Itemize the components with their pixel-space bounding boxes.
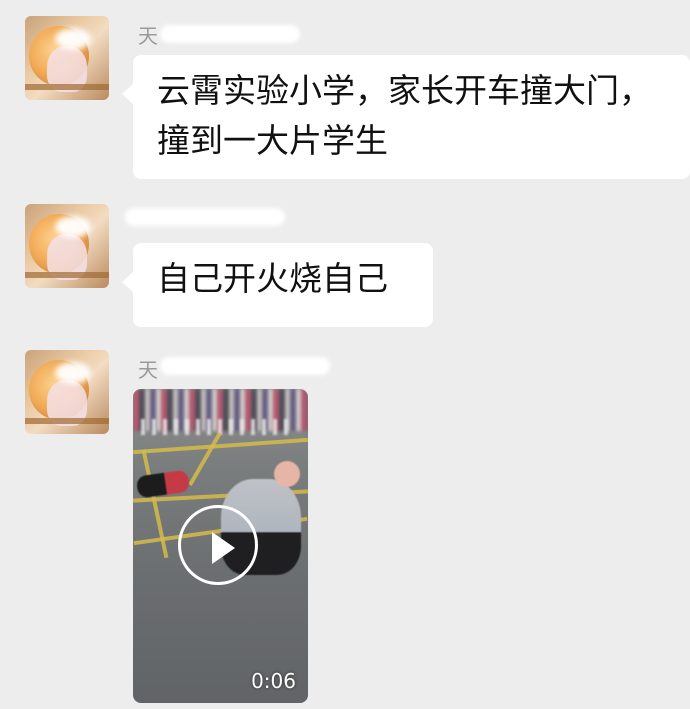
message-bubble[interactable]: 自己开火烧自己 (122, 243, 433, 327)
message-text-line-1: 云霄实验小学，家长开车撞大门， (157, 71, 652, 110)
play-button[interactable] (178, 505, 258, 585)
avatar[interactable] (25, 350, 109, 434)
message-1: 天 云霄实验小学，家长开车撞大门， 撞到一大片学生 (0, 0, 690, 190)
video-duration: 0:06 (251, 669, 296, 693)
message-text-line-2: 撞到一大片学生 (157, 121, 388, 160)
video-message[interactable]: 0:06 (133, 389, 308, 703)
play-icon (212, 532, 235, 564)
sender-name-redaction (125, 208, 285, 226)
sender-name-redaction (160, 25, 300, 43)
avatar[interactable] (25, 204, 109, 288)
message-text: 自己开火烧自己 (157, 259, 388, 298)
sender-name: 天 (138, 358, 159, 382)
sender-name: 天 (138, 24, 159, 48)
message-bubble[interactable]: 云霄实验小学，家长开车撞大门， 撞到一大片学生 (122, 55, 690, 179)
avatar[interactable] (25, 16, 109, 100)
sender-name-redaction (160, 357, 330, 375)
